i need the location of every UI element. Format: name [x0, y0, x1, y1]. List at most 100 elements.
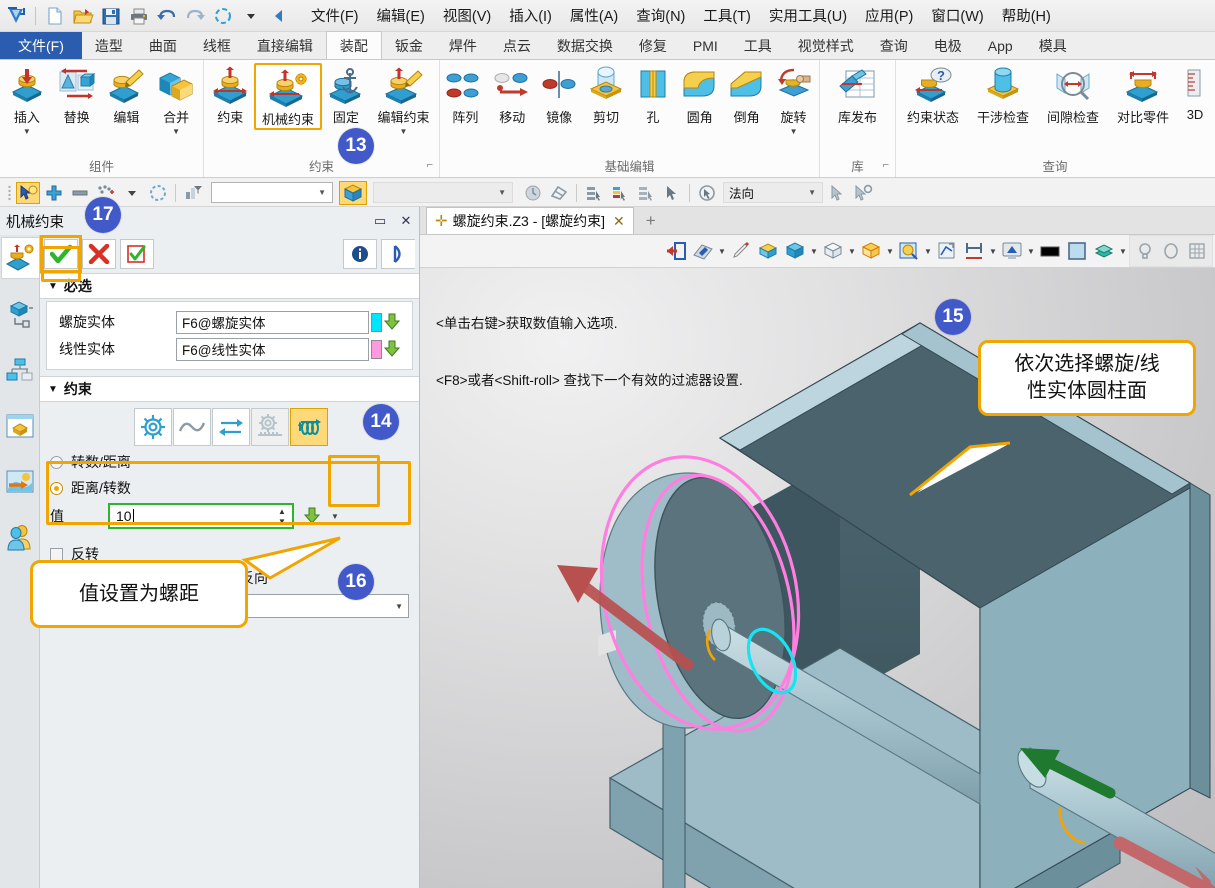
tab-inquire[interactable]: 查询 — [867, 32, 921, 59]
dimension-icon[interactable] — [961, 238, 987, 264]
second-combo[interactable]: ▼ — [373, 182, 513, 203]
chevron-down-icon[interactable]: ▼ — [314, 188, 330, 197]
reverse-checkbox[interactable] — [50, 547, 63, 561]
chevron-down-icon[interactable]: ▼ — [790, 128, 798, 136]
constraint-section-header[interactable]: ▼ 约束 — [40, 376, 419, 402]
ribbon-button-library-publish[interactable]: 库发布 — [822, 63, 893, 126]
save-file-icon[interactable] — [98, 3, 124, 29]
zoom-icon[interactable] — [896, 238, 922, 264]
ribbon-button-pattern[interactable]: 阵列 — [442, 63, 489, 126]
loop-select-icon[interactable] — [146, 182, 170, 204]
exit-icon[interactable] — [663, 238, 689, 264]
chevron-down-icon[interactable]: ▼ — [847, 247, 857, 256]
normal-direction-icon[interactable] — [695, 182, 719, 204]
tab-app[interactable]: App — [975, 32, 1026, 59]
image-export-rail-icon[interactable] — [1, 461, 39, 503]
tab-weldment[interactable]: 焊件 — [436, 32, 490, 59]
tab-file[interactable]: 文件(F) — [0, 32, 82, 59]
tab-surface[interactable]: 曲面 — [136, 32, 190, 59]
tab-close-icon[interactable]: ✕ — [613, 213, 625, 230]
ribbon-button-chamfer[interactable]: 倒角 — [723, 63, 770, 126]
normal-combo[interactable]: 法向 ▼ — [723, 182, 823, 203]
shade-icon[interactable] — [755, 238, 781, 264]
select-color-layer-icon[interactable] — [608, 182, 632, 204]
gear-constraint-icon[interactable] — [134, 408, 172, 446]
spinner-down-icon[interactable]: ▼ — [278, 517, 286, 525]
history-icon[interactable] — [521, 182, 545, 204]
ribbon-button-interference-check[interactable]: 干涉检查 — [968, 63, 1038, 126]
spinner-up-icon[interactable]: ▲ — [278, 507, 286, 515]
open-file-icon[interactable] — [70, 3, 96, 29]
spiral-entity-input[interactable]: F6@螺旋实体 — [176, 310, 369, 334]
light-icon[interactable] — [1132, 238, 1158, 264]
ribbon-button-revolve[interactable]: 旋转 ▼ — [770, 63, 817, 136]
background-blue-icon[interactable] — [1064, 238, 1090, 264]
view-manager-icon[interactable] — [690, 238, 716, 264]
shaded-box-icon[interactable] — [782, 238, 808, 264]
ribbon-button-constraint[interactable]: 约束 — [206, 63, 254, 126]
value-pick-icon[interactable] — [302, 506, 328, 526]
menu-item-tools[interactable]: 工具(T) — [694, 1, 760, 30]
chevron-down-icon[interactable]: ▼ — [885, 247, 895, 256]
tab-point-cloud[interactable]: 点云 — [490, 32, 544, 59]
ribbon-button-edit[interactable]: 编辑 — [102, 63, 152, 126]
pick-point-icon[interactable] — [825, 182, 849, 204]
tab-assembly[interactable]: 装配 — [325, 31, 382, 59]
ribbon-button-measure-3d[interactable]: 3D — [1178, 63, 1212, 122]
ribbon-button-mirror[interactable]: 镜像 — [536, 63, 583, 126]
tab-modeling[interactable]: 造型 — [82, 32, 136, 59]
grid-icon[interactable] — [1184, 238, 1210, 264]
ribbon-button-mechanical-constraint[interactable]: 机械约束 — [254, 63, 322, 130]
required-section-header[interactable]: ▼ 必选 — [40, 273, 419, 299]
mechanical-constraint-rail-icon[interactable] — [0, 237, 39, 279]
new-tab-button[interactable]: + — [634, 211, 668, 231]
chevron-down-icon[interactable]: ▼ — [1026, 247, 1036, 256]
chevron-down-icon[interactable]: ▼ — [1118, 247, 1128, 256]
selection-dropdown-icon[interactable] — [120, 182, 144, 204]
radio-distance-per-turn[interactable]: 距离/转数 — [40, 476, 419, 500]
linear-entity-input[interactable]: F6@线性实体 — [176, 337, 369, 361]
tab-direct-edit[interactable]: 直接编辑 — [244, 32, 326, 59]
chevron-down-icon[interactable]: ▼ — [400, 128, 408, 136]
menu-item-utilities[interactable]: 实用工具(U) — [760, 1, 856, 30]
tab-tools[interactable]: 工具 — [731, 32, 785, 59]
menu-item-file[interactable]: 文件(F) — [302, 1, 368, 30]
menu-item-view[interactable]: 视图(V) — [434, 1, 500, 30]
ok-button[interactable] — [40, 235, 82, 273]
info-button[interactable] — [343, 239, 377, 269]
menu-item-attribute[interactable]: 属性(A) — [561, 1, 627, 30]
filter-icon[interactable] — [181, 182, 205, 204]
value-input[interactable]: 10 ▲ ▼ — [108, 503, 294, 529]
add-selection-icon[interactable] — [42, 182, 66, 204]
collapse-left-icon[interactable] — [266, 3, 292, 29]
screw-constraint-icon[interactable] — [290, 408, 328, 446]
ribbon-button-cut[interactable]: 剪切 — [583, 63, 630, 126]
select-group-icon[interactable] — [634, 182, 658, 204]
pick-part-icon[interactable] — [339, 180, 367, 205]
cam-constraint-icon[interactable] — [173, 408, 211, 446]
tab-data-exchange[interactable]: 数据交换 — [544, 32, 626, 59]
new-file-icon[interactable] — [42, 3, 68, 29]
part-browser-rail-icon[interactable] — [1, 405, 39, 447]
tab-repair[interactable]: 修复 — [626, 32, 680, 59]
menu-item-application[interactable]: 应用(P) — [856, 1, 922, 30]
hierarchy-rail-icon[interactable] — [1, 349, 39, 391]
chevron-down-icon[interactable]: ▼ — [809, 247, 819, 256]
ribbon-button-constraint-status[interactable]: ? 约束状态 — [898, 63, 968, 126]
cursor-icon[interactable] — [660, 182, 684, 204]
chevron-down-icon[interactable]: ▼ — [172, 128, 180, 136]
chevron-down-icon[interactable]: ▼ — [717, 247, 727, 256]
cancel-button[interactable] — [82, 239, 116, 269]
redo-icon[interactable] — [182, 3, 208, 29]
wireframe-icon[interactable] — [820, 238, 846, 264]
tab-visual-style[interactable]: 视觉样式 — [785, 32, 867, 59]
panel-close-icon[interactable]: ✕ — [393, 213, 419, 229]
menu-item-window[interactable]: 窗口(W) — [922, 1, 992, 30]
menu-item-edit[interactable]: 编辑(E) — [368, 1, 434, 30]
document-tab[interactable]: ✛ 螺旋约束.Z3 - [螺旋约束] ✕ — [426, 207, 634, 234]
tab-electrode[interactable]: 电极 — [921, 32, 975, 59]
background-black-icon[interactable] — [1037, 238, 1063, 264]
ribbon-button-hole[interactable]: 孔 — [630, 63, 677, 126]
shadow-icon[interactable] — [1158, 238, 1184, 264]
chevron-down-icon[interactable]: ▼ — [804, 188, 820, 197]
